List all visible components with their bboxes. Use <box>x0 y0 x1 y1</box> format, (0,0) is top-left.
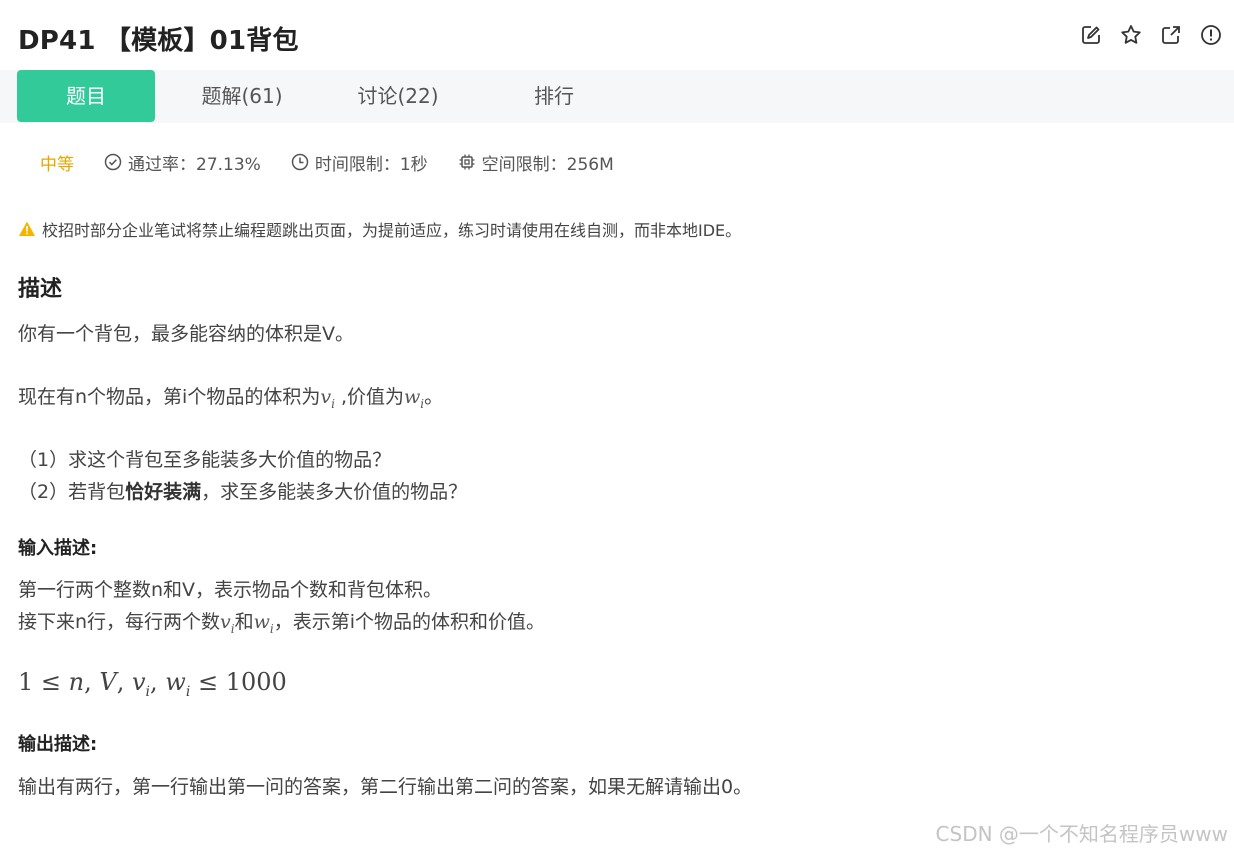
question-2-b: ，求至多能装多大价值的物品？ <box>201 481 468 503</box>
math-wi: wi <box>253 611 274 636</box>
description-line-2: 现在有n个物品，第i个物品的体积为vi ,价值为wi。 <box>18 382 443 411</box>
tab-discussion[interactable]: 讨论(22) <box>328 70 468 122</box>
pass-rate: 通过率：27.13% <box>104 150 261 175</box>
input-line-2: 接下来n行，每行两个数vi和wi，表示第i个物品的体积和价值。 <box>18 607 545 636</box>
space-limit: 空间限制：256M <box>458 150 614 175</box>
output-heading: 输出描述: <box>18 734 98 755</box>
clock-icon <box>291 153 309 171</box>
star-icon[interactable] <box>1120 24 1142 46</box>
header: DP41 【模板】01背包 <box>0 0 1234 70</box>
tab-ranking[interactable]: 排行 <box>484 70 624 122</box>
question-2: （2）若背包恰好装满，求至多能装多大价值的物品？ <box>18 477 467 504</box>
description-heading: 描述 <box>18 277 63 302</box>
watermark: CSDN @一个不知名程序员www <box>935 822 1228 846</box>
tab-bar: 题目 题解(61) 讨论(22) 排行 <box>0 70 1234 123</box>
time-limit-text: 时间限制：1秒 <box>314 154 428 175</box>
input-line-2-a: 接下来n行，每行两个数 <box>18 611 221 633</box>
chip-icon <box>459 154 475 170</box>
time-limit: 时间限制：1秒 <box>291 150 428 175</box>
info-icon[interactable] <box>1200 24 1222 46</box>
page-title: DP41 【模板】01背包 <box>18 26 299 56</box>
input-line-2-b: 和 <box>234 611 254 633</box>
constraint-formula: 1 ≤ n, V, vi, wi ≤ 1000 <box>18 668 287 700</box>
warning-banner: 校招时部分企业笔试将禁止编程题跳出页面，为提前适应，练习时请使用在线自测，而非本… <box>18 217 741 241</box>
difficulty-badge: 中等 <box>40 154 74 175</box>
space-limit-text: 空间限制：256M <box>481 154 614 175</box>
edit-icon[interactable] <box>1080 24 1102 46</box>
input-line-2-c: ，表示第i个物品的体积和价值。 <box>273 611 546 633</box>
warning-text: 校招时部分企业笔试将禁止编程题跳出页面，为提前适应，练习时请使用在线自测，而非本… <box>42 221 742 240</box>
tab-problem[interactable]: 题目 <box>17 70 155 122</box>
warning-icon <box>19 221 35 236</box>
description-line-2-a: 现在有n个物品，第i个物品的体积为 <box>18 386 321 408</box>
header-actions <box>1080 24 1222 46</box>
output-line-1: 输出有两行，第一行输出第一问的答案，第二行输出第二问的答案，如果无解请输出0。 <box>18 776 753 798</box>
description-line-2-b: ,价值为 <box>334 386 404 408</box>
input-line-1: 第一行两个整数n和V，表示物品个数和背包体积。 <box>18 579 443 601</box>
problem-meta: 中等 通过率：27.13% 时间限制：1秒 空间限制：256M <box>40 150 644 175</box>
question-1: （1）求这个背包至多能装多大价值的物品？ <box>18 449 392 471</box>
question-2-a: （2）若背包 <box>18 481 126 503</box>
math-vi: vi <box>320 386 335 411</box>
question-2-bold: 恰好装满 <box>125 481 202 503</box>
math-vi: vi <box>220 611 235 636</box>
input-heading: 输入描述: <box>18 538 98 559</box>
pass-rate-text: 通过率：27.13% <box>128 154 261 175</box>
tab-solutions[interactable]: 题解(61) <box>172 70 312 122</box>
description-line-1: 你有一个背包，最多能容纳的体积是V。 <box>18 323 354 345</box>
description-line-2-c: 。 <box>424 386 444 408</box>
math-wi: wi <box>404 386 425 411</box>
check-circle-icon <box>104 153 122 171</box>
external-link-icon[interactable] <box>1160 24 1182 46</box>
